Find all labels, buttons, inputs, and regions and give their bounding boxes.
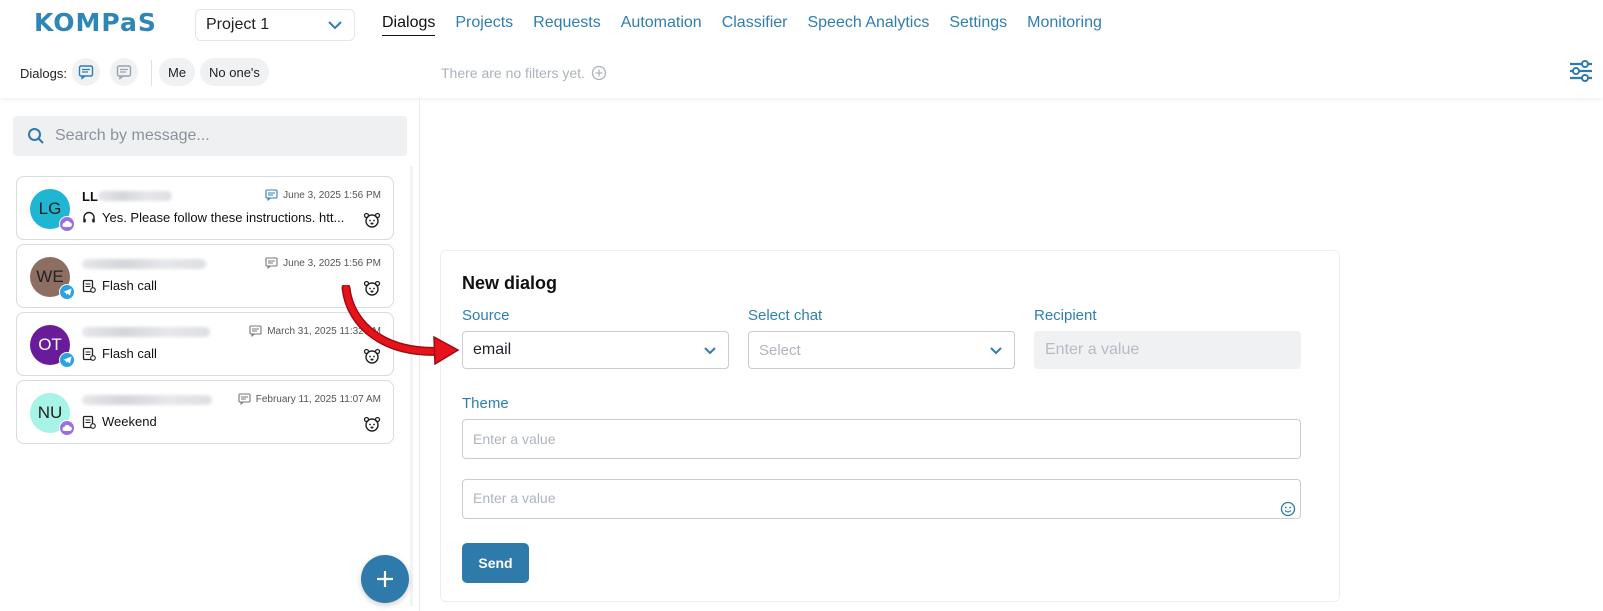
recipient-label: Recipient <box>1034 307 1097 324</box>
dialog-item[interactable]: LG LL June 3, 2025 1:56 PM Yes. Please f… <box>16 176 394 240</box>
redacted-name <box>97 191 172 201</box>
last-message: Flash call <box>82 346 157 361</box>
dialog-date: June 3, 2025 1:56 PM <box>265 189 381 201</box>
theme-label: Theme <box>462 395 509 412</box>
select-chat-label: Select chat <box>748 307 823 324</box>
filter-bar: Dialogs: Me No one's There are no filter… <box>0 48 1603 98</box>
nav-classifier[interactable]: Classifier <box>722 14 788 36</box>
add-filter-icon[interactable] <box>591 65 607 81</box>
theme-placeholder: Enter a value <box>473 431 556 447</box>
nav-speech-analytics[interactable]: Speech Analytics <box>807 14 929 36</box>
recipient-field: Enter a value <box>1034 331 1301 369</box>
top-bar: KOMPaS Project 1 Dialogs Projects Reques… <box>0 0 1603 48</box>
chat-select[interactable]: Select <box>748 331 1015 369</box>
new-dialog-form: New dialog Source email Select chat Sele… <box>440 250 1340 602</box>
nav-dialogs[interactable]: Dialogs <box>382 14 436 36</box>
source-select[interactable]: email <box>462 331 729 369</box>
redacted-name <box>82 395 212 405</box>
filter-settings-icon[interactable] <box>1566 56 1596 86</box>
project-selector[interactable]: Project 1 <box>195 9 355 41</box>
redacted-name <box>82 327 210 337</box>
search-icon <box>28 128 44 144</box>
form-title: New dialog <box>462 273 558 293</box>
message-input[interactable]: Enter a value <box>462 479 1301 519</box>
dialogs-label: Dialogs: <box>20 66 67 81</box>
last-message: Weekend <box>82 414 157 429</box>
contact-name <box>82 393 212 407</box>
chevron-down-icon <box>328 21 342 30</box>
chat-select-placeholder: Select <box>759 341 801 359</box>
bot-icon <box>363 212 381 228</box>
dialog-date: February 11, 2025 11:07 AM <box>238 393 381 405</box>
headset-icon <box>83 211 95 222</box>
search-input[interactable] <box>55 127 375 145</box>
telegram-channel-icon <box>59 352 75 368</box>
redacted-name <box>82 259 206 269</box>
contact-name <box>82 257 206 271</box>
project-selector-value: Project 1 <box>206 16 270 33</box>
last-message: Flash call <box>82 278 157 293</box>
nav-automation[interactable]: Automation <box>621 14 702 36</box>
new-dialog-button[interactable] <box>361 555 409 603</box>
last-message: Yes. Please follow these instructions. h… <box>82 210 344 225</box>
filter-me-chip[interactable]: Me <box>159 58 196 86</box>
chat-icon <box>78 65 94 80</box>
telegram-channel-icon <box>59 284 75 300</box>
recipient-placeholder: Enter a value <box>1045 341 1140 358</box>
chevron-down-icon <box>990 347 1002 355</box>
nav-requests[interactable]: Requests <box>533 14 601 36</box>
send-button[interactable]: Send <box>462 543 529 583</box>
contact-name: LL <box>82 189 172 204</box>
chat-outline-icon <box>238 393 251 405</box>
chat-outline-icon <box>249 325 262 337</box>
message-placeholder: Enter a value <box>473 490 556 506</box>
dialog-date: June 3, 2025 1:56 PM <box>265 257 381 269</box>
document-icon <box>82 279 96 293</box>
dialog-item[interactable]: NU February 11, 2025 11:07 AM Weekend <box>16 380 394 444</box>
search-box[interactable] <box>13 116 407 156</box>
app-logo[interactable]: KOMPaS <box>34 8 157 37</box>
active-dialogs-filter[interactable] <box>72 58 100 86</box>
theme-input[interactable]: Enter a value <box>462 419 1301 459</box>
document-icon <box>82 347 96 361</box>
no-filters-text: There are no filters yet. <box>441 65 585 81</box>
chat-icon <box>265 189 278 201</box>
nav-projects[interactable]: Projects <box>455 14 513 36</box>
chevron-down-icon <box>704 347 716 355</box>
closed-dialogs-filter[interactable] <box>110 58 138 86</box>
contact-name <box>82 325 210 339</box>
chat-outline-icon <box>265 257 278 269</box>
no-filters-hint[interactable]: There are no filters yet. <box>441 65 607 81</box>
filter-no-ones-chip[interactable]: No one's <box>200 58 269 86</box>
chat-outline-icon <box>116 65 132 80</box>
annotation-arrow <box>341 285 460 365</box>
main-nav: Dialogs Projects Requests Automation Cla… <box>382 14 1122 36</box>
plus-icon <box>377 571 393 587</box>
document-icon <box>82 415 96 429</box>
nav-settings[interactable]: Settings <box>949 14 1007 36</box>
cloud-channel-icon <box>59 420 75 436</box>
emoji-icon[interactable] <box>1280 501 1296 517</box>
cloud-channel-icon <box>59 216 75 232</box>
bot-icon <box>363 416 381 432</box>
divider <box>151 60 152 86</box>
scrollbar[interactable] <box>410 166 413 606</box>
source-value: email <box>473 341 512 358</box>
nav-monitoring[interactable]: Monitoring <box>1027 14 1102 36</box>
